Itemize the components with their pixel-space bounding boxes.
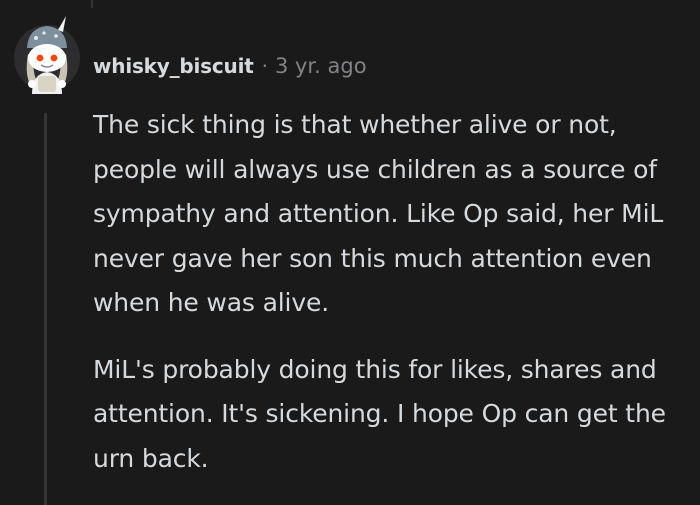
comment-meta: whisky_biscuit · 3 yr. ago (93, 49, 367, 83)
comment-body: The sick thing is that whether alive or … (93, 103, 693, 481)
collapse-thread-line[interactable] (44, 113, 47, 505)
comment-paragraph: MiL's probably doing this for likes, sha… (93, 354, 666, 473)
comment-timestamp[interactable]: 3 yr. ago (275, 54, 367, 78)
comment: whisky_biscuit · 3 yr. ago The sick thin… (0, 0, 700, 505)
snoo-avatar-icon (14, 16, 80, 94)
comment-paragraph: The sick thing is that whether alive or … (93, 110, 664, 317)
user-avatar[interactable] (14, 14, 80, 100)
username-link[interactable]: whisky_biscuit (93, 54, 254, 78)
meta-separator: · (261, 54, 268, 78)
